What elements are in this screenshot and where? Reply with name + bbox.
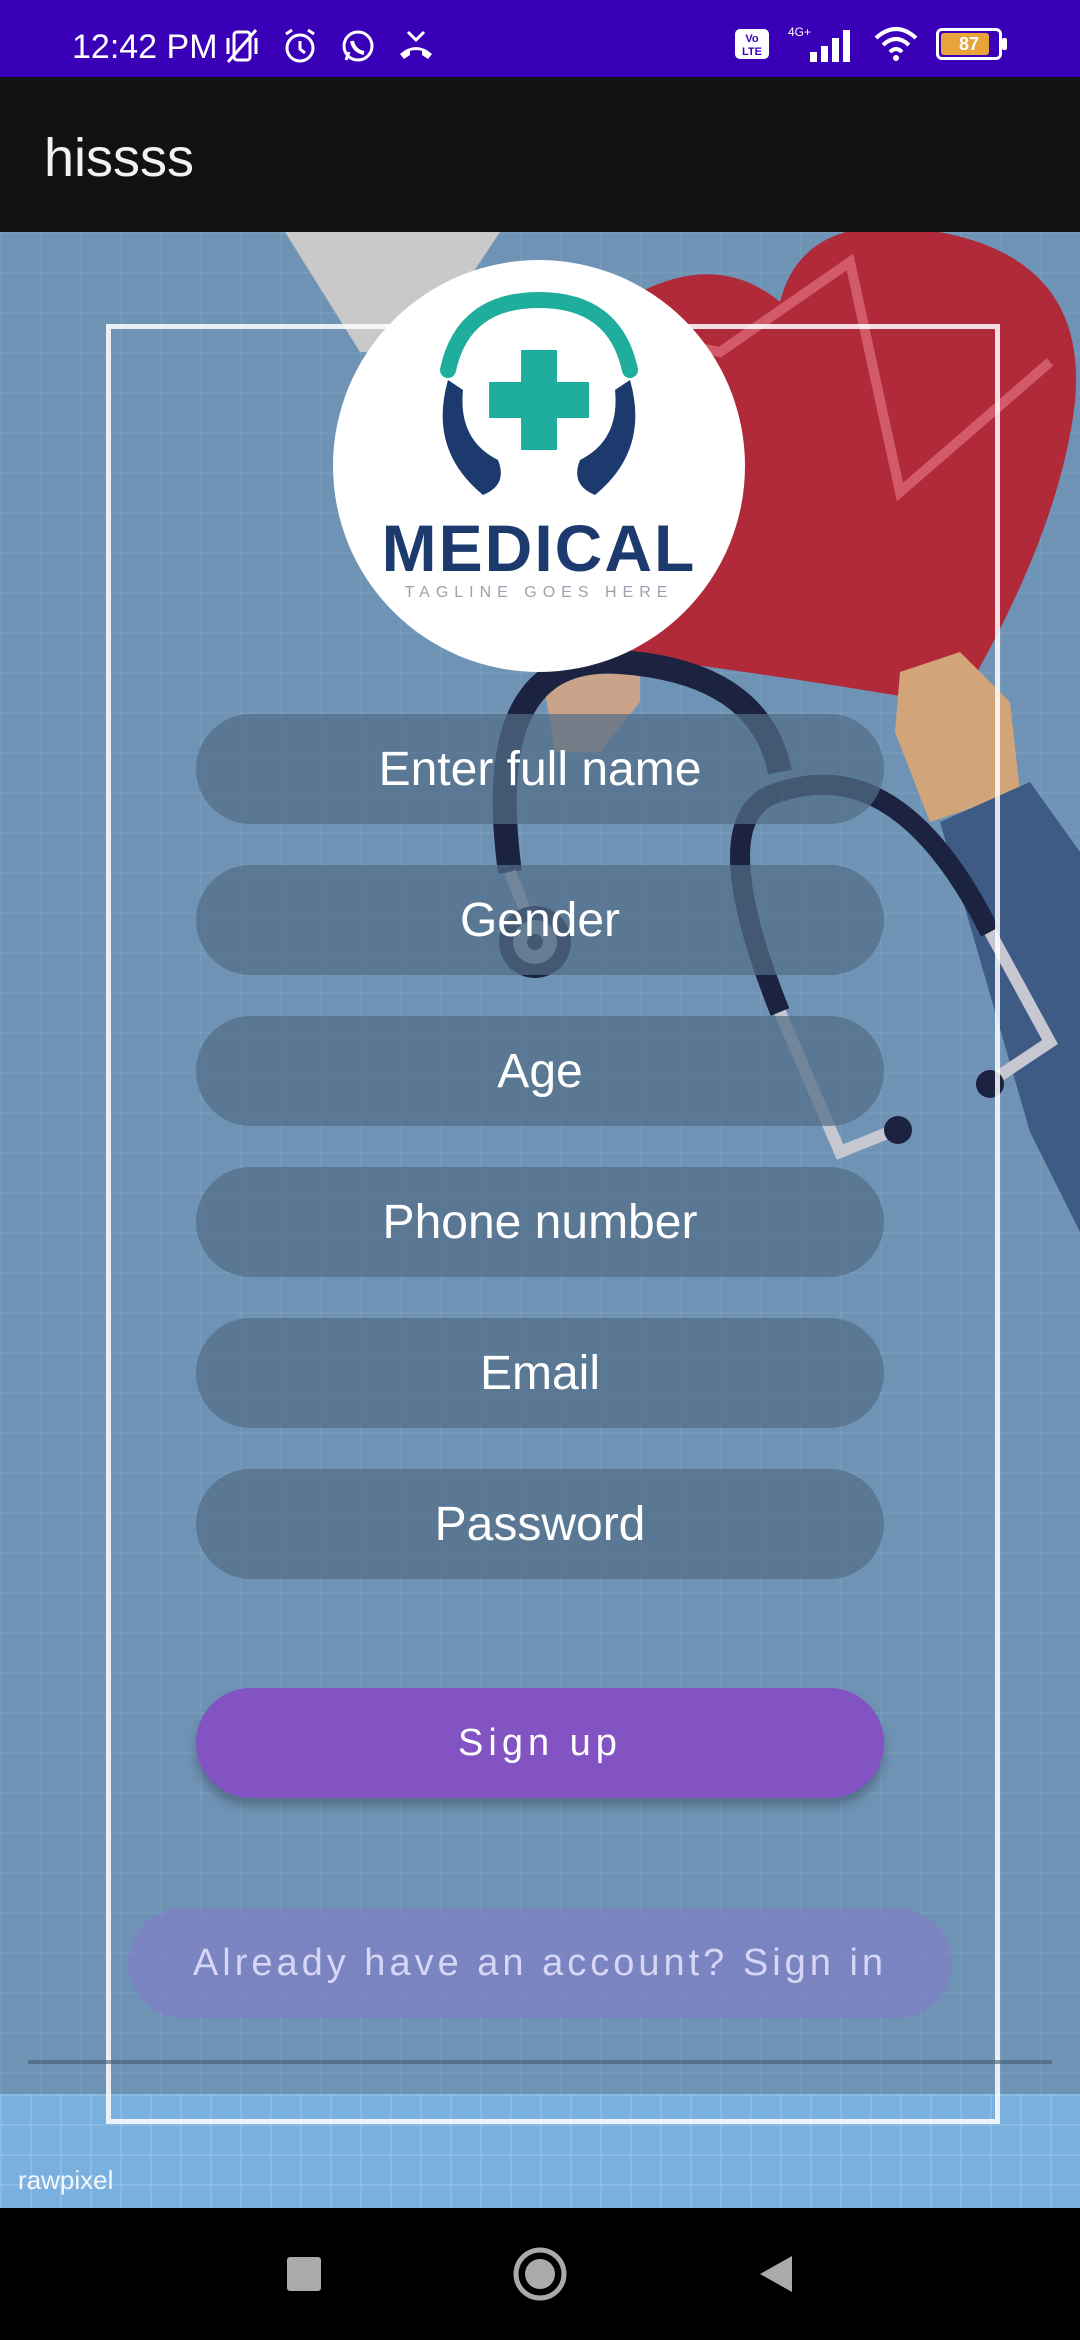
svg-text:Vo: Vo (745, 33, 759, 45)
age-field[interactable] (196, 1016, 884, 1126)
system-nav-bar (0, 2208, 1080, 2340)
app-title: hissss (44, 128, 195, 188)
divider (28, 2060, 1052, 2064)
password-field[interactable] (196, 1469, 884, 1579)
medical-logo: MEDICAL TAGLINE GOES HERE (333, 260, 745, 672)
full-name-field[interactable] (196, 714, 884, 824)
battery-icon: 87 (936, 28, 1007, 60)
logo-wordmark: MEDICAL (381, 511, 697, 585)
signin-link-button[interactable]: Already have an account? Sign in (128, 1908, 952, 2018)
missed-call-icon (400, 30, 432, 59)
logo-tagline: TAGLINE GOES HERE (404, 584, 674, 601)
status-icons-right: Vo LTE 4G+ 87 (734, 22, 1007, 66)
status-icons-left (222, 24, 436, 68)
battery-level: 87 (958, 33, 980, 54)
recents-square-icon[interactable] (274, 2244, 334, 2304)
gender-field[interactable] (196, 865, 884, 975)
wifi-icon (874, 27, 918, 61)
app-bar: hissss (0, 77, 1080, 232)
signup-button[interactable]: Sign up (196, 1688, 884, 1798)
network-label: 4G+ (788, 25, 811, 39)
signal-icon: 4G+ (788, 25, 850, 62)
whatsapp-icon (342, 30, 374, 62)
signup-screen: MEDICAL TAGLINE GOES HERE Sign up Alread… (0, 232, 1080, 2208)
medical-cross-hands-icon (440, 291, 638, 495)
svg-text:LTE: LTE (742, 46, 762, 58)
phone-field[interactable] (196, 1167, 884, 1277)
home-circle-icon[interactable] (510, 2244, 570, 2304)
status-bar: 12:42 PM Vo LTE 4G+ 87 (0, 0, 1080, 77)
back-triangle-icon[interactable] (746, 2244, 806, 2304)
email-field[interactable] (196, 1318, 884, 1428)
alarm-icon (285, 28, 315, 63)
status-time: 12:42 PM (72, 28, 218, 66)
watermark-text: rawpixel (18, 2165, 114, 2195)
volte-icon: Vo LTE (735, 29, 769, 59)
mute-vibrate-icon (226, 29, 258, 63)
